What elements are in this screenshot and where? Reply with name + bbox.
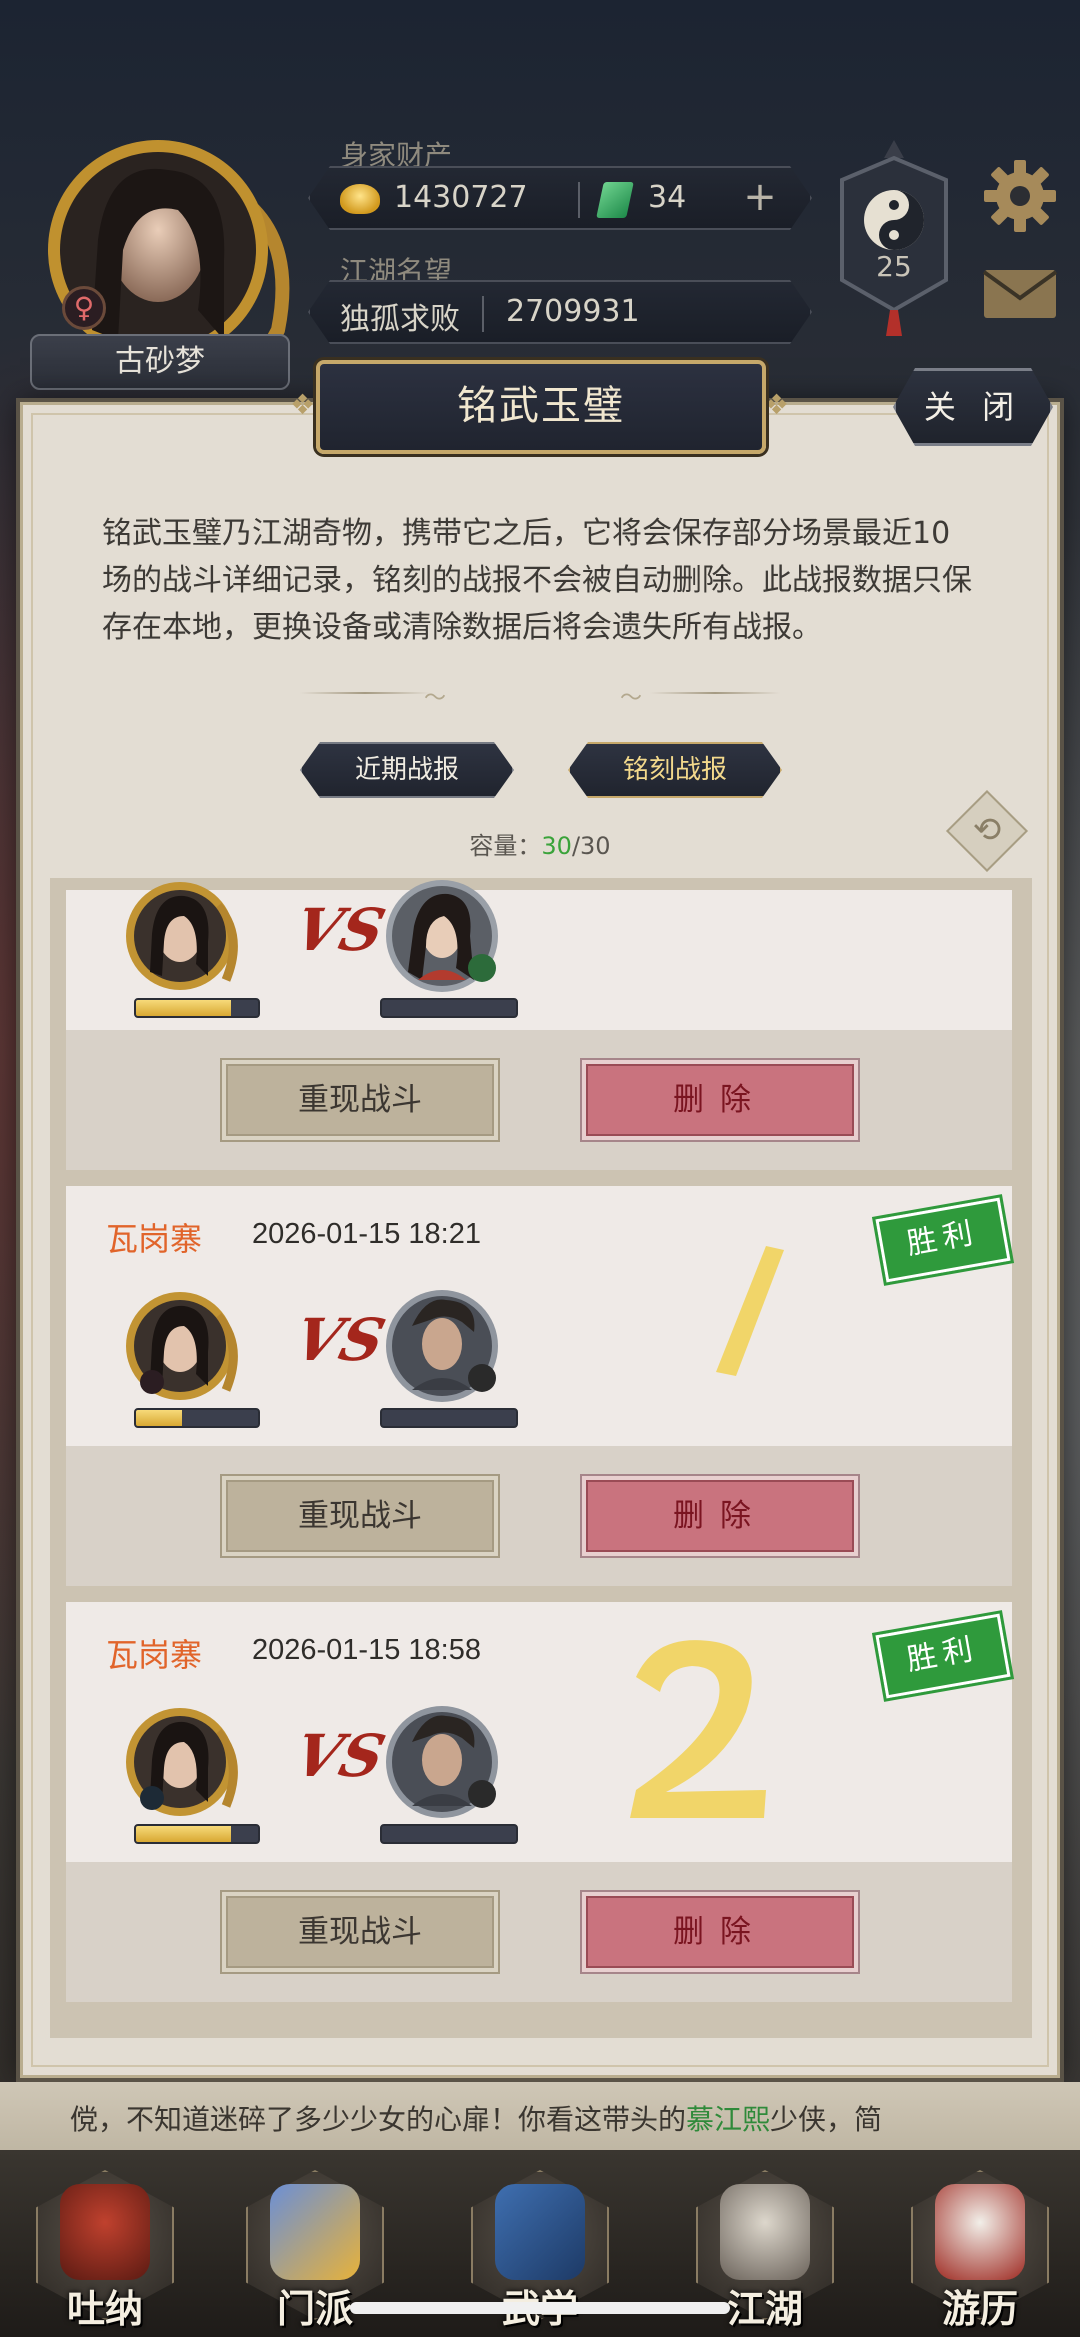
replay-battle-button[interactable]: 重现战斗 [222,1060,498,1140]
replay-battle-button[interactable]: 重现战斗 [222,1476,498,1556]
delete-report-button[interactable]: 删除 [582,1060,858,1140]
close-button[interactable]: 关 闭 [893,368,1053,446]
delete-report-button[interactable]: 删除 [582,1892,858,1972]
versus-mark: VS [287,1306,392,1374]
fame-title: 独孤求败 [340,302,460,337]
battle-location: 瓦岗寨 [106,1220,203,1258]
add-currency-button[interactable]: + [740,178,780,218]
divider-ornament: 〜 [424,686,447,711]
hero-portrait [122,1702,242,1822]
divider [300,692,430,694]
yin-yang-icon[interactable] [832,140,956,340]
wealth-bar: 1430727 34 + [308,166,812,230]
enemy-portrait [382,878,502,996]
hero-portrait [122,1286,242,1406]
capacity-total: /30 [571,832,611,860]
report-list[interactable]: VS 重现战斗 删除 瓦岗寨 2026-01-15 18:21 胜利 VS 重现… [50,878,1032,2038]
card-actions: 重现战斗 删除 [66,1862,1012,2002]
divider [650,692,780,694]
hero-hp-bar [134,998,260,1018]
gold-ingot-icon [340,184,380,214]
nav-label: 游历 [941,2287,1018,2331]
gold-amount: 1430727 [394,180,528,215]
fame-value: 2709931 [506,294,640,329]
delete-report-button[interactable]: 删除 [582,1476,858,1556]
capacity-indicator: 容量：30/30 [440,826,640,861]
divider-ornament: 〜 [620,686,643,711]
battle-time: 2026-01-15 18:21 [252,1218,481,1250]
handwritten-2-mark [630,1640,766,1818]
nav-label: 吐纳 [66,2287,143,2331]
travel-icon [935,2184,1025,2280]
victory-stamp: 胜利 [872,1609,1014,1703]
story-text-end: 少侠，简 [770,2103,883,2136]
versus-mark: VS [287,1722,392,1790]
gender-icon: ♀ [62,286,106,330]
mail-icon[interactable] [982,266,1058,322]
story-text-start: 傥，不知道迷碎了多少少女的心扉！你看这带头的 [70,2103,687,2136]
story-text: 傥，不知道迷碎了多少少女的心扉！你看这带头的慕江熙少侠，简 [70,2098,1020,2138]
fame-bar: 独孤求败 2709931 [308,280,812,344]
enemy-portrait [382,1286,502,1406]
hero-hp-fill [136,1410,183,1426]
top-hud: ♀ 古砂梦 身家财产 1430727 34 + 江湖名望 独孤求败 270993… [0,0,1080,400]
dialog-description: 铭武玉璧乃江湖奇物，携带它之后，它将会保存部分场景最近10场的战斗详细记录，铭刻… [102,516,972,645]
home-indicator[interactable] [350,2302,730,2314]
enemy-hp-bar [380,1408,518,1428]
divider [482,296,484,332]
nav-meditation[interactable]: 吐纳 [30,2160,180,2331]
report-card: 瓦岗寨 2026-01-15 18:21 胜利 VS 重现战斗 删除 [66,1186,1014,1586]
battle-location: 瓦岗寨 [106,1636,203,1674]
sect-icon [270,2184,360,2280]
title-ornament-right: ❖ [764,388,790,421]
hero-hp-fill [136,1826,232,1842]
enemy-portrait [382,1702,502,1822]
player-name: 古砂梦 [30,334,290,390]
battle-time: 2026-01-15 18:58 [252,1634,481,1666]
card-header: VS [66,880,1012,1030]
card-actions: 重现战斗 删除 [66,1446,1012,1586]
card-header: 瓦岗寨 2026-01-15 18:58 胜利 VS [66,1602,1014,1862]
enemy-hp-bar [380,998,518,1018]
report-card: 瓦岗寨 2026-01-15 18:58 胜利 VS 重现战斗 删除 [66,1602,1014,2002]
meditation-icon [60,2184,150,2280]
gear-icon[interactable] [980,156,1060,236]
refresh-icon: ⟲ [972,810,1002,850]
capacity-used: 30 [541,832,572,860]
jade-icon [596,182,634,218]
dialog-title: 铭武玉璧 [316,360,766,454]
capacity-label: 容量： [469,832,542,860]
martial-arts-icon [495,2184,585,2280]
jianghu-icon [720,2184,810,2280]
replay-battle-button[interactable]: 重现战斗 [222,1892,498,1972]
victory-stamp: 胜利 [872,1193,1014,1287]
jade-amount: 34 [648,180,687,215]
tab-recent-reports[interactable]: 近期战报 [300,742,514,798]
handwritten-1-mark [716,1246,784,1376]
hero-hp-bar [134,1408,260,1428]
tab-engraved-reports[interactable]: 铭刻战报 [568,742,782,798]
nav-travel[interactable]: 游历 [905,2160,1055,2331]
versus-mark: VS [287,896,392,964]
hero-portrait [122,878,242,996]
level-value: 25 [876,250,912,283]
divider [578,182,580,218]
card-header: 瓦岗寨 2026-01-15 18:21 胜利 VS [66,1186,1014,1446]
hero-hp-fill [136,1000,232,1016]
card-actions: 重现战斗 删除 [66,1030,1012,1170]
report-card: VS 重现战斗 删除 [66,880,1012,1170]
story-highlight-name[interactable]: 慕江熙 [686,2103,770,2136]
enemy-hp-bar [380,1824,518,1844]
hero-hp-bar [134,1824,260,1844]
